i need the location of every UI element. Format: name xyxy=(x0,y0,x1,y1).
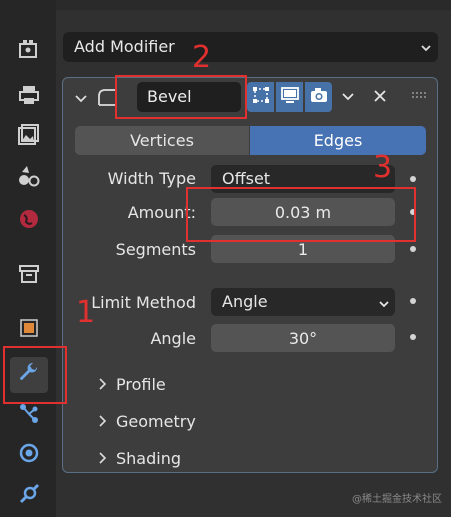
panel-header-strip xyxy=(56,0,451,10)
annotation-box-1 xyxy=(3,346,67,404)
remove-modifier-button[interactable] xyxy=(369,84,391,110)
collection-properties-tab[interactable] xyxy=(14,261,44,291)
constraints-properties-tab[interactable] xyxy=(14,481,44,511)
object-properties-tab[interactable] xyxy=(14,315,44,345)
camera-back-icon xyxy=(17,38,41,66)
chevron-right-icon xyxy=(98,376,108,395)
amount-label: Amount: xyxy=(127,203,196,222)
chevron-down-icon xyxy=(341,88,355,107)
box-icon xyxy=(17,262,41,290)
watermark: @稀土掘金技术社区 xyxy=(352,494,442,505)
keyframe-dot[interactable] xyxy=(410,176,416,182)
limit-method-value: Angle xyxy=(222,292,268,311)
section-geometry[interactable]: Geometry xyxy=(116,412,196,431)
edit-mode-icon xyxy=(251,85,271,109)
limit-method-dropdown[interactable]: Angle xyxy=(211,288,395,316)
constraint-icon xyxy=(17,482,41,510)
angle-field[interactable]: 30° xyxy=(211,324,395,352)
physics-icon xyxy=(17,441,41,469)
section-profile[interactable]: Profile xyxy=(116,375,166,394)
render-toggle[interactable] xyxy=(305,82,332,112)
monitor-icon xyxy=(280,85,300,109)
modifier-extras-dropdown[interactable] xyxy=(336,84,360,110)
printer-icon xyxy=(17,83,41,111)
section-shading[interactable]: Shading xyxy=(116,449,181,468)
chevron-down-icon xyxy=(378,295,390,314)
scene-icon xyxy=(17,164,41,192)
properties-tab-bar xyxy=(0,0,56,517)
output-properties-tab[interactable] xyxy=(14,82,44,112)
annotation-box-3 xyxy=(186,187,416,242)
width-type-value: Offset xyxy=(222,169,271,188)
edit-mode-toggle[interactable] xyxy=(247,82,274,112)
view-layer-properties-tab[interactable] xyxy=(14,121,44,151)
add-modifier-label: Add Modifier xyxy=(74,37,175,56)
annotation-box-2 xyxy=(115,75,247,119)
chevron-right-icon xyxy=(98,413,108,432)
world-icon xyxy=(17,207,41,235)
particles-properties-tab[interactable] xyxy=(14,400,44,430)
angle-label: Angle xyxy=(150,329,196,348)
chevron-down-icon xyxy=(420,39,432,58)
keyframe-dot[interactable] xyxy=(410,334,416,340)
annotation-number-2: 2 xyxy=(192,40,212,75)
tab-vertices[interactable]: Vertices xyxy=(75,126,249,155)
scene-properties-tab[interactable] xyxy=(14,163,44,193)
camera-icon xyxy=(309,85,329,109)
segments-label: Segments xyxy=(115,240,196,259)
image-icon xyxy=(17,122,41,150)
annotation-number-1: 1 xyxy=(76,295,96,330)
keyframe-dot[interactable] xyxy=(410,298,416,304)
chevron-right-icon xyxy=(98,450,108,469)
width-type-label: Width Type xyxy=(107,169,196,188)
physics-properties-tab[interactable] xyxy=(14,440,44,470)
render-properties-tab[interactable] xyxy=(14,37,44,67)
keyframe-dot[interactable] xyxy=(410,246,416,252)
object-icon xyxy=(17,316,41,344)
collapse-chevron-icon[interactable] xyxy=(74,90,88,109)
tab-edges[interactable]: Edges xyxy=(250,126,426,155)
annotation-number-3: 3 xyxy=(373,150,393,185)
close-icon xyxy=(373,88,387,107)
world-properties-tab[interactable] xyxy=(14,206,44,236)
drag-handle-icon[interactable] xyxy=(410,86,428,104)
viewport-toggle[interactable] xyxy=(276,82,303,112)
particles-icon xyxy=(17,401,41,429)
